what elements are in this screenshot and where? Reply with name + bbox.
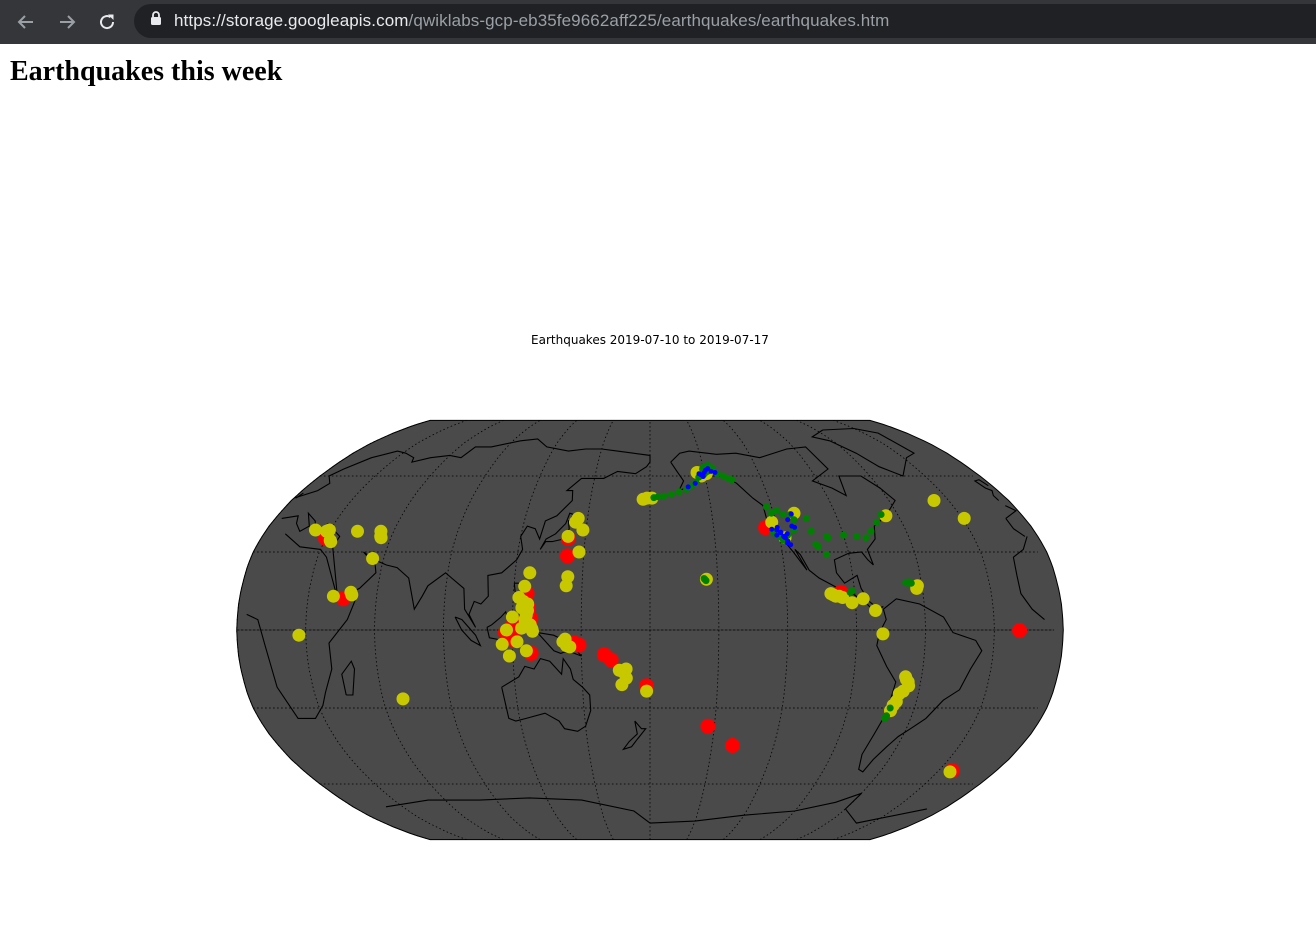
- page-content: Earthquakes this week Earthquakes 2019-0…: [0, 44, 1316, 950]
- earthquake-marker-green: [773, 507, 781, 515]
- earthquake-marker-yellow: [526, 624, 539, 638]
- earthquake-marker-green: [728, 476, 736, 484]
- earthquake-marker-yellow: [396, 692, 410, 706]
- earthquake-marker-green: [790, 516, 798, 524]
- earthquake-map-figure: Earthquakes 2019-07-10 to 2019-07-17: [160, 284, 1144, 874]
- earthquake-marker-red: [700, 718, 716, 734]
- earthquake-marker-yellow: [500, 623, 513, 637]
- earthquake-marker-green: [701, 575, 709, 583]
- earthquake-marker-yellow: [927, 494, 941, 507]
- url-path: /qwiklabs-gcp-eb35fe9662aff225/earthquak…: [408, 11, 890, 30]
- earthquake-marker-green: [650, 494, 658, 502]
- reload-icon: [100, 14, 115, 30]
- earthquake-marker-green: [824, 534, 832, 542]
- earthquake-marker-green: [881, 714, 889, 722]
- earthquake-marker-blue: [712, 470, 718, 475]
- earthquake-marker-yellow: [572, 545, 586, 559]
- earthquake-marker-red: [725, 738, 740, 753]
- earthquake-marker-green: [823, 551, 831, 559]
- earthquake-marker-yellow: [351, 524, 364, 538]
- earthquake-marker-yellow: [559, 579, 573, 593]
- earthquake-marker-blue: [788, 511, 794, 517]
- forward-button[interactable]: [51, 6, 83, 38]
- earthquake-marker-green: [886, 704, 894, 712]
- earthquake-marker-blue: [778, 529, 784, 535]
- earthquake-marker-yellow: [943, 765, 957, 779]
- earthquake-marker-yellow: [495, 637, 509, 651]
- earthquake-marker-green: [668, 490, 675, 498]
- earthquake-marker-yellow: [571, 511, 585, 525]
- earthquake-marker-yellow: [640, 684, 654, 698]
- earthquake-marker-blue: [788, 542, 794, 548]
- url-host: https://storage.googleapis.com: [174, 11, 409, 30]
- earthquake-marker-green: [815, 543, 822, 551]
- lock-icon: [150, 11, 162, 31]
- earthquake-marker-yellow: [563, 640, 577, 654]
- earthquake-marker-yellow: [615, 678, 629, 692]
- earthquake-marker-green: [873, 518, 881, 526]
- earthquake-marker-red: [1012, 623, 1028, 638]
- earthquake-marker-green: [853, 532, 861, 540]
- earthquake-map: Earthquakes 2019-07-10 to 2019-07-17: [236, 333, 1064, 841]
- earthquake-marker-yellow: [518, 579, 532, 593]
- earthquake-marker-yellow: [374, 531, 388, 545]
- earthquake-marker-blue: [774, 524, 780, 530]
- earthquake-marker-yellow: [519, 644, 533, 658]
- earthquake-marker-yellow: [869, 604, 882, 617]
- chart-title: Earthquakes 2019-07-10 to 2019-07-17: [531, 333, 769, 347]
- earthquake-marker-yellow: [324, 535, 338, 549]
- earthquake-marker-green: [867, 527, 875, 535]
- earthquake-marker-blue: [700, 474, 706, 479]
- url-text: https://storage.googleapis.com/qwiklabs-…: [174, 11, 889, 31]
- earthquake-marker-blue: [692, 480, 698, 486]
- earthquake-marker-yellow: [876, 627, 890, 641]
- earthquake-marker-blue: [769, 526, 775, 532]
- earthquake-marker-yellow: [957, 511, 971, 525]
- earthquake-marker-blue: [774, 532, 780, 538]
- earthquake-marker-green: [877, 511, 885, 518]
- earthquake-marker-green: [840, 531, 847, 539]
- map-body: [236, 419, 1064, 841]
- page-title: Earthquakes this week: [10, 56, 283, 87]
- earthquake-marker-yellow: [515, 621, 528, 635]
- earthquake-marker-blue: [784, 531, 790, 537]
- earthquake-marker-yellow: [309, 523, 322, 537]
- earthquake-marker-yellow: [576, 523, 590, 537]
- reload-button[interactable]: [91, 6, 123, 38]
- earthquake-marker-yellow: [510, 635, 524, 649]
- earthquake-marker-blue: [696, 471, 702, 477]
- earthquake-marker-blue: [792, 524, 798, 530]
- arrow-right-icon: [60, 15, 76, 29]
- earthquake-marker-yellow: [561, 529, 575, 543]
- earthquake-marker-green: [660, 492, 668, 500]
- earthquake-marker-yellow: [502, 649, 516, 663]
- earthquake-marker-yellow: [505, 610, 519, 624]
- earthquake-marker-yellow: [845, 596, 859, 610]
- earthquake-marker-green: [762, 503, 770, 511]
- earthquake-marker-yellow: [292, 628, 306, 642]
- earthquake-marker-blue: [685, 484, 691, 490]
- back-button[interactable]: [10, 6, 42, 38]
- address-bar[interactable]: https://storage.googleapis.com/qwiklabs-…: [134, 4, 1316, 38]
- earthquake-marker-blue: [785, 517, 791, 523]
- earthquake-marker-green: [675, 488, 683, 496]
- browser-toolbar: https://storage.googleapis.com/qwiklabs-…: [0, 0, 1316, 44]
- earthquake-marker-yellow: [856, 592, 870, 606]
- earthquake-marker-yellow: [523, 566, 537, 580]
- arrow-left-icon: [17, 15, 33, 29]
- earthquake-marker-green: [807, 527, 815, 535]
- earthquake-marker-green: [846, 588, 854, 596]
- earthquake-marker-green: [903, 578, 911, 586]
- earthquake-marker-yellow: [521, 597, 535, 611]
- earthquake-marker-green: [802, 514, 810, 522]
- earthquake-marker-green: [779, 511, 787, 518]
- earthquake-marker-yellow: [345, 588, 359, 602]
- earthquake-marker-yellow: [366, 552, 380, 565]
- earthquake-marker-green: [862, 534, 870, 542]
- earthquake-marker-yellow: [326, 589, 340, 603]
